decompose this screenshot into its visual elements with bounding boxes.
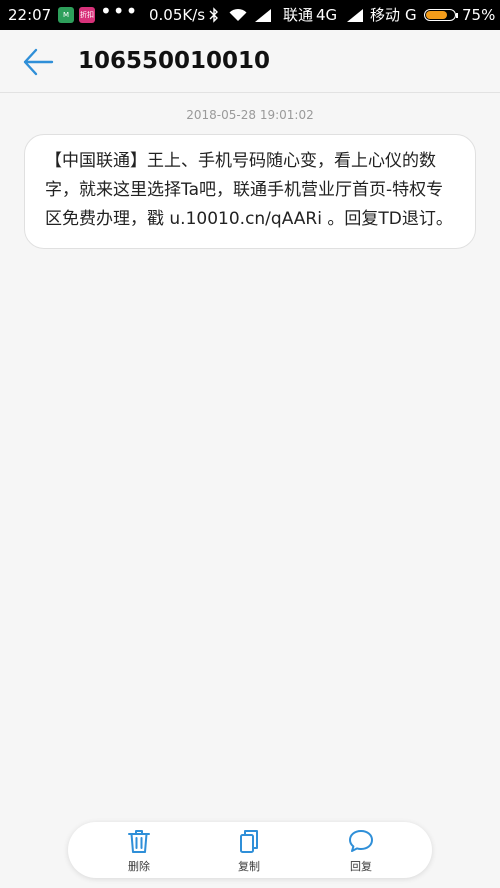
copy-button[interactable]: 复制 bbox=[209, 822, 289, 878]
battery-fill bbox=[426, 11, 447, 19]
notification-app-icon: M bbox=[58, 7, 74, 23]
carrier-name-sim2: 移动 bbox=[370, 6, 401, 24]
trash-icon bbox=[128, 830, 150, 853]
more-notifications-icon: ••• bbox=[100, 0, 139, 23]
battery-icon bbox=[424, 9, 456, 21]
wifi-icon bbox=[229, 8, 247, 21]
shopping-app-icon: 折扣 bbox=[79, 7, 95, 23]
delete-button[interactable]: 删除 bbox=[99, 822, 179, 878]
page-title: 106550010010 bbox=[78, 48, 271, 74]
network-type-sim2: G bbox=[405, 6, 417, 24]
copy-icon bbox=[240, 830, 258, 853]
reply-label: 回复 bbox=[350, 860, 372, 873]
status-bar: 22:07 M 折扣 ••• 0.05K/s 联通 4G 移动 G 75% bbox=[0, 0, 500, 30]
bluetooth-icon bbox=[209, 7, 218, 23]
network-speed: 0.05K/s bbox=[149, 6, 206, 24]
message-timestamp: 2018-05-28 19:01:02 bbox=[186, 108, 314, 122]
message-text: 【中国联通】王上、手机号码随心变，看上心仪的数字，就来这里选择Ta吧，联通手机营… bbox=[45, 151, 453, 229]
carrier-name-sim1: 联通 bbox=[283, 6, 314, 24]
signal-icon-sim1 bbox=[255, 9, 271, 22]
signal-icon-sim2 bbox=[347, 9, 363, 22]
reply-button[interactable]: 回复 bbox=[321, 822, 401, 878]
battery-cap bbox=[456, 13, 458, 18]
copy-label: 复制 bbox=[238, 860, 260, 873]
back-button[interactable] bbox=[22, 47, 54, 77]
delete-label: 删除 bbox=[128, 860, 150, 873]
message-bubble[interactable]: 【中国联通】王上、手机号码随心变，看上心仪的数字，就来这里选择Ta吧，联通手机营… bbox=[24, 134, 476, 249]
speech-bubble-icon bbox=[349, 830, 373, 852]
conversation-header: 106550010010 bbox=[0, 30, 500, 93]
battery-percentage: 75% bbox=[462, 6, 496, 24]
network-type-sim1: 4G bbox=[316, 6, 338, 24]
arrow-left-icon bbox=[23, 48, 54, 76]
status-time: 22:07 bbox=[8, 6, 52, 24]
screen: 22:07 M 折扣 ••• 0.05K/s 联通 4G 移动 G 75% 10… bbox=[0, 0, 500, 888]
bottom-toolbar: 删除 复制 回复 bbox=[68, 822, 432, 878]
